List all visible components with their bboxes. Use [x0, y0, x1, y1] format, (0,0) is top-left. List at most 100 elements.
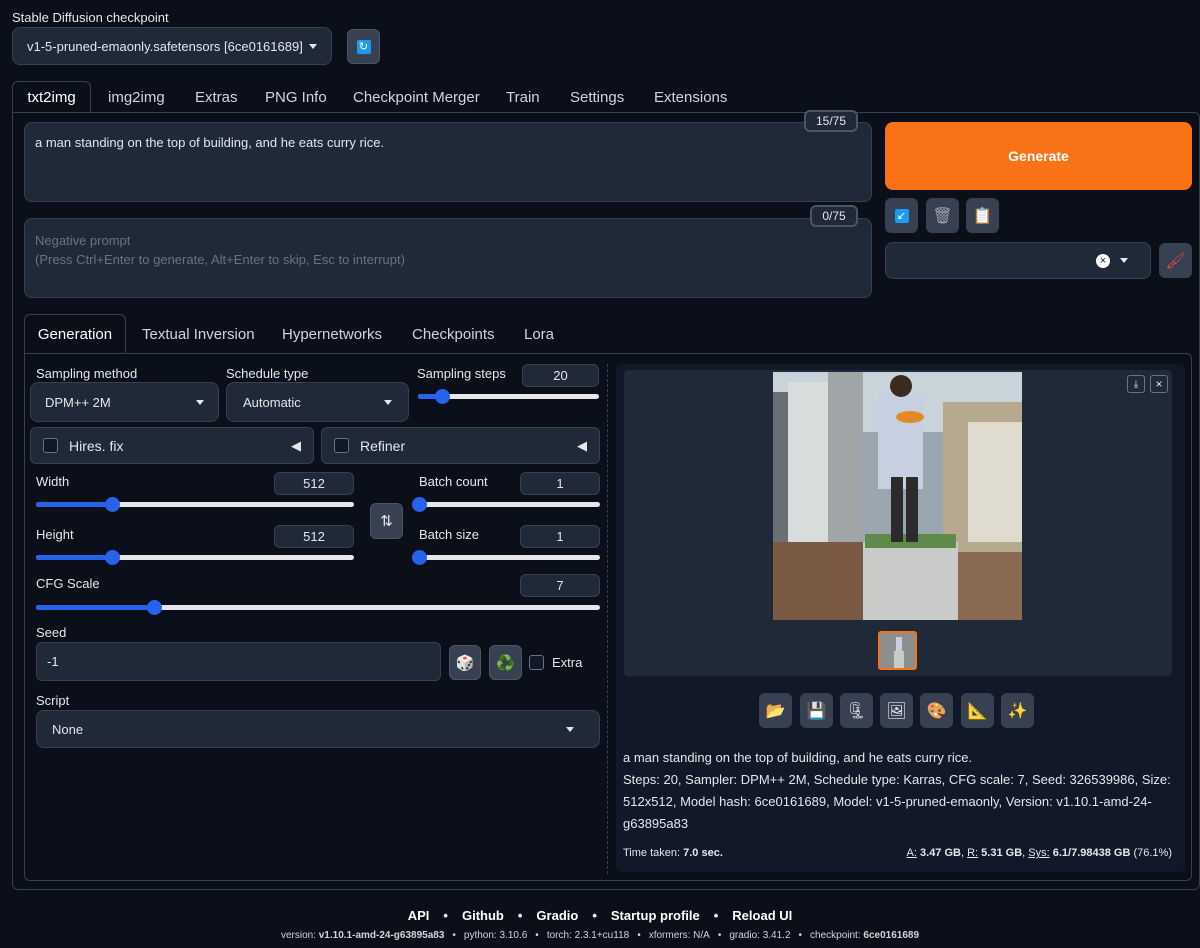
download-icon[interactable]: ⤓ [1127, 375, 1145, 393]
sampling-method-label: Sampling method [36, 366, 138, 381]
script-dropdown[interactable]: None [36, 710, 600, 748]
swap-icon: ⇅ [380, 513, 393, 530]
palette-icon: 🎨 [926, 702, 947, 720]
tab-settings[interactable]: Settings [570, 81, 624, 113]
chevron-down-icon [1120, 258, 1128, 263]
schedule-type-value: Automatic [243, 394, 301, 410]
time-taken: Time taken: 7.0 sec. [623, 847, 723, 859]
tab-lora[interactable]: Lora [524, 314, 554, 354]
vram-sys: 6.1/7.98438 GB [1052, 847, 1131, 859]
refiner-accordion[interactable]: Refiner ◀ [321, 427, 600, 464]
height-input[interactable]: 512 [274, 525, 354, 548]
zip-button[interactable]: 🗜 [840, 693, 873, 728]
batch-count-slider[interactable] [412, 495, 600, 515]
send-to-extras-button[interactable]: 📐 [961, 693, 994, 728]
refresh-checkpoint-button[interactable]: ↻ [347, 29, 380, 64]
height-slider[interactable] [36, 548, 354, 568]
chevron-down-icon [309, 43, 317, 49]
cfg-scale-slider[interactable] [36, 598, 600, 618]
sampling-steps-slider[interactable] [418, 387, 599, 407]
xformers-version: xformers: N/A [648, 930, 710, 941]
width-input[interactable]: 512 [274, 472, 354, 495]
close-icon[interactable]: × [1150, 375, 1168, 393]
folder-icon: 📂 [765, 702, 786, 720]
footer-link-gradio[interactable]: Gradio [536, 908, 578, 923]
torch-version: torch: 2.3.1+cu118 [546, 930, 630, 941]
footer-separator: • [535, 930, 539, 941]
send-to-inpaint-button[interactable]: 🎨 [920, 693, 953, 728]
footer-link-startup-profile[interactable]: Startup profile [611, 908, 700, 923]
clear-icon[interactable]: × [1096, 253, 1110, 268]
schedule-type-dropdown[interactable]: Automatic [226, 382, 409, 422]
collapse-icon: ◀ [577, 437, 587, 453]
tab-generation[interactable]: Generation [24, 314, 126, 354]
height-label: Height [36, 527, 74, 542]
extra-seed-checkbox[interactable] [529, 655, 544, 670]
tab-png-info[interactable]: PNG Info [265, 81, 327, 113]
read-params-button[interactable]: ↙ [885, 198, 918, 233]
negative-prompt-textarea[interactable]: Negative prompt (Press Ctrl+Enter to gen… [24, 218, 872, 298]
brush-icon: 🖌 [1165, 252, 1186, 270]
tab-textual-inversion[interactable]: Textual Inversion [142, 314, 255, 354]
checkpoint-dropdown[interactable]: v1-5-pruned-emaonly.safetensors [6ce0161… [12, 27, 332, 65]
tab-extensions[interactable]: Extensions [654, 81, 727, 113]
cfg-scale-input[interactable]: 7 [520, 574, 600, 597]
batch-size-label: Batch size [419, 527, 479, 542]
refiner-checkbox[interactable] [334, 438, 349, 453]
save-button[interactable]: 💾 [800, 693, 833, 728]
sampling-steps-input[interactable]: 20 [522, 364, 599, 387]
negative-prompt-placeholder: Negative prompt [35, 233, 131, 248]
footer-link-reload-ui[interactable]: Reload UI [732, 908, 792, 923]
vram-usage: A: 3.47 GB, R: 5.31 GB, Sys: 6.1/7.98438… [906, 847, 1172, 859]
checkpoint-footer-value: 6ce0161689 [863, 930, 920, 941]
footer-separator: • [637, 930, 641, 941]
prompt-textarea[interactable]: a man standing on the top of building, a… [24, 122, 872, 202]
batch-size-slider[interactable] [412, 548, 600, 568]
cfg-scale-label: CFG Scale [36, 576, 100, 591]
footer-separator: • [517, 908, 523, 923]
open-folder-button[interactable]: 📂 [759, 693, 792, 728]
tab-img2img[interactable]: img2img [108, 81, 165, 113]
edit-styles-button[interactable]: 🖌 [1159, 243, 1192, 278]
tab-checkpoint-merger[interactable]: Checkpoint Merger [353, 81, 480, 113]
width-slider[interactable] [36, 495, 354, 515]
generated-image[interactable] [773, 372, 1022, 620]
vram-sys-label: Sys: [1028, 847, 1050, 859]
tab-train[interactable]: Train [506, 81, 540, 113]
apply-style-button[interactable]: 📋 [966, 198, 999, 233]
footer-separator: • [717, 930, 722, 941]
time-value: 7.0 sec. [683, 847, 723, 859]
random-seed-button[interactable]: 🎲 [449, 645, 481, 680]
clear-prompt-button[interactable]: 🗑 [926, 198, 959, 233]
vram-a: 3.47 GB [920, 847, 961, 859]
dice-icon: 🎲 [455, 654, 475, 672]
batch-count-input[interactable]: 1 [520, 472, 600, 495]
hires-fix-checkbox[interactable] [43, 438, 58, 453]
trash-icon: 🗑 [932, 207, 953, 225]
hires-fix-accordion[interactable]: Hires. fix ◀ [30, 427, 314, 464]
seed-input[interactable]: -1 [36, 642, 441, 681]
send-to-img2img-button[interactable]: 🖼 [880, 693, 913, 728]
vram-r-label: R: [967, 847, 979, 859]
prompt-text: a man standing on the top of building, a… [35, 135, 385, 150]
styles-dropdown[interactable]: × [885, 242, 1151, 279]
generate-button[interactable]: Generate [885, 122, 1192, 190]
tab-checkpoints[interactable]: Checkpoints [412, 314, 495, 354]
footer-link-api[interactable]: API [408, 908, 430, 923]
refresh-icon: ↻ [356, 39, 371, 54]
tab-hypernetworks[interactable]: Hypernetworks [282, 314, 382, 354]
sampling-method-dropdown[interactable]: DPM++ 2M [30, 382, 219, 422]
footer-link-github[interactable]: Github [462, 908, 504, 923]
footer-separator: • [798, 930, 803, 941]
reuse-seed-button[interactable]: ♻️ [489, 645, 522, 680]
thumbnail-art [880, 633, 915, 668]
batch-size-input[interactable]: 1 [520, 525, 600, 548]
upscale-button[interactable]: ✨ [1001, 693, 1034, 728]
gallery-thumbnail[interactable] [878, 631, 917, 670]
swap-dimensions-button[interactable]: ⇅ [370, 503, 403, 539]
negative-prompt-hint: (Press Ctrl+Enter to generate, Alt+Enter… [35, 252, 405, 267]
generation-info: a man standing on the top of building, a… [623, 747, 1183, 835]
tab-extras[interactable]: Extras [195, 81, 238, 113]
image-icon: 🖼 [886, 702, 907, 720]
tab-txt2img[interactable]: txt2img [12, 81, 91, 113]
